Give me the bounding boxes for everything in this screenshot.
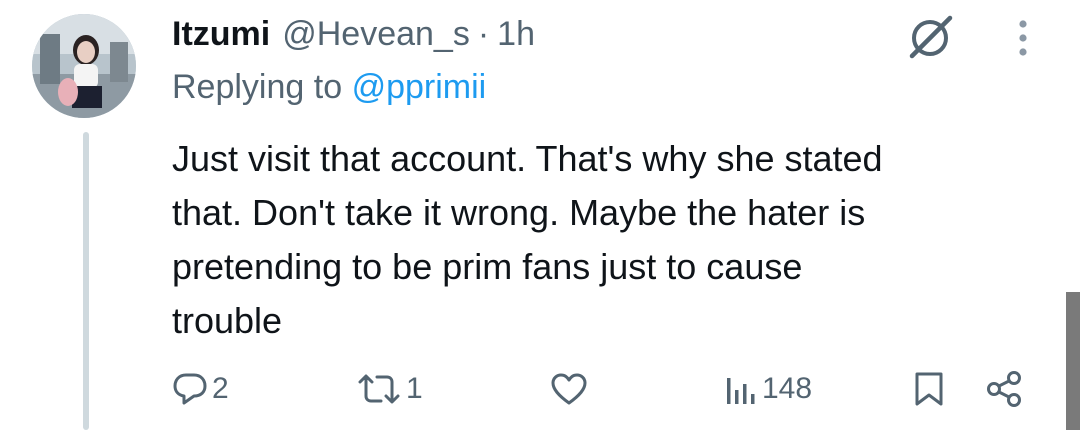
retweet-count: 1 [406, 372, 423, 405]
tweet-text-line: pretending to be prim fans just to cause [172, 246, 803, 287]
thread-line [83, 132, 89, 430]
tweet-header: Itzumi @Hevean_s · 1h [172, 12, 535, 56]
separator-dot: · [477, 14, 490, 53]
timestamp[interactable]: 1h [497, 15, 535, 54]
grok-slash-icon[interactable] [900, 10, 960, 62]
avatar[interactable] [32, 14, 136, 118]
views-bars-icon [727, 378, 755, 404]
replying-to: Replying to @pprimii [172, 68, 486, 107]
user-handle[interactable]: @Hevean_s [282, 15, 470, 54]
more-vertical-icon[interactable] [1006, 14, 1040, 62]
share-icon [987, 371, 1021, 407]
reply-bubble-icon [173, 373, 207, 405]
bookmark-button[interactable] [912, 364, 946, 414]
tweet-text-line: Just visit that account. That's why she … [172, 138, 883, 179]
views-count: 148 [762, 372, 813, 405]
tweet-text-line: that. Don't take it wrong. Maybe the hat… [172, 192, 866, 233]
retweet-icon [358, 374, 400, 404]
reply-count: 2 [212, 372, 229, 405]
like-button[interactable] [550, 364, 592, 414]
tweet-text-line: trouble [172, 300, 283, 341]
scrollbar-thumb[interactable] [1066, 292, 1080, 430]
replying-prefix: Replying to [172, 68, 343, 106]
bookmark-icon [915, 372, 943, 406]
heart-icon [551, 373, 587, 405]
share-button[interactable] [984, 364, 1024, 414]
tweet-text: Just visit that account. That's why she … [172, 132, 1042, 348]
display-name[interactable]: Itzumi [172, 15, 270, 54]
retweet-button[interactable]: 1 [356, 364, 423, 414]
views-button[interactable]: 148 [724, 364, 812, 414]
reply-button[interactable]: 2 [172, 364, 229, 414]
replying-mention-link[interactable]: @pprimii [352, 68, 487, 106]
avatar-photo [32, 14, 136, 118]
